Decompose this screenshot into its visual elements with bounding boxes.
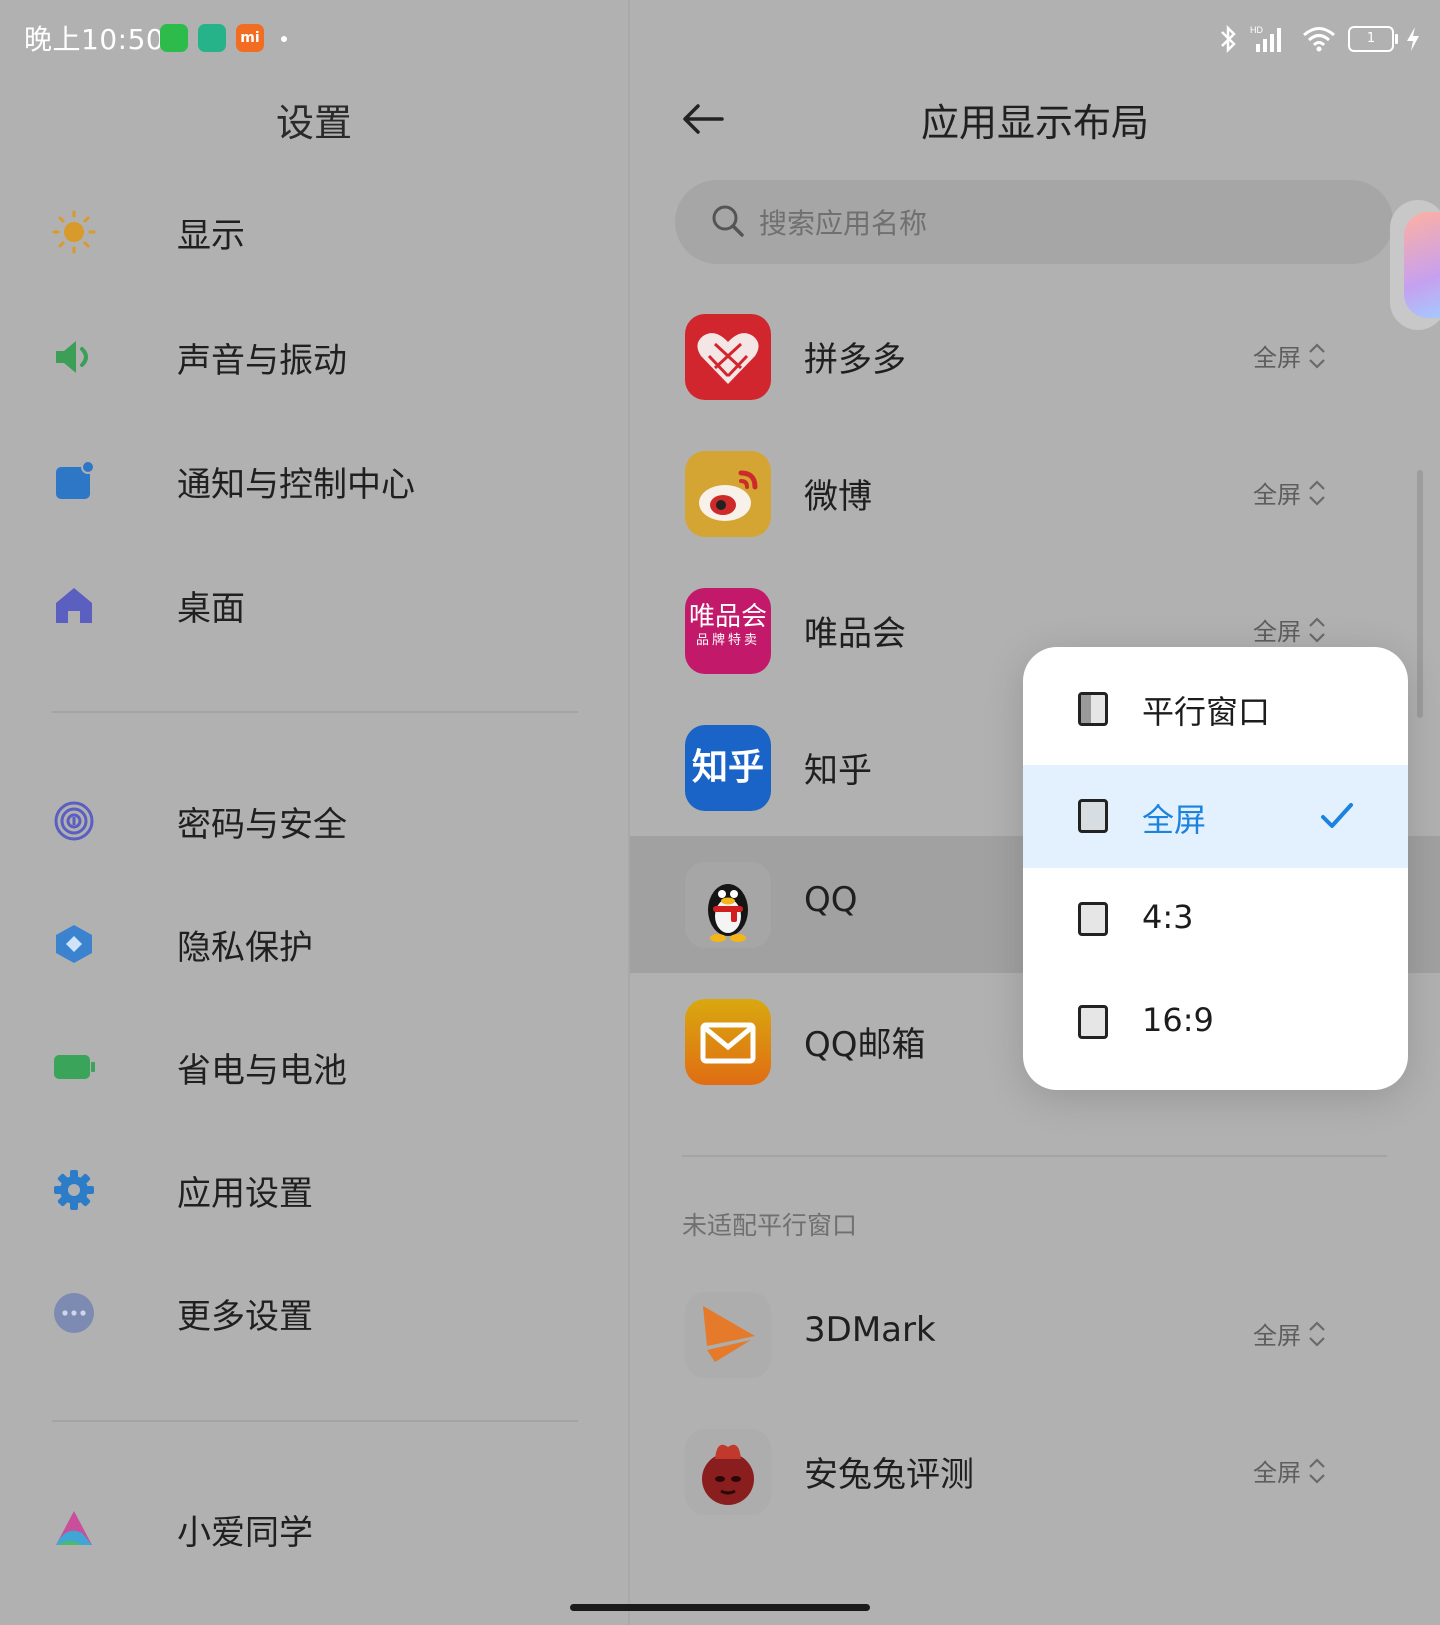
antutu-app-icon — [685, 1429, 771, 1515]
home-icon — [56, 588, 92, 623]
app-name: 3DMark — [804, 1310, 936, 1350]
privacy-icon — [56, 925, 92, 963]
app-row-pinduoduo[interactable]: 拼多多 全屏 — [630, 288, 1440, 425]
app-row-weibo[interactable]: 微博 全屏 — [630, 425, 1440, 562]
vipshop-app-icon: 唯品会 品牌特卖 — [685, 588, 771, 674]
page-title: 设置 — [275, 101, 352, 145]
menu-item-battery[interactable]: 省电与电池 — [0, 1012, 628, 1122]
option-label: 全屏 — [1142, 801, 1207, 839]
app-mode-select[interactable]: 全屏 — [1253, 612, 1327, 647]
vipshop-icon-text: 唯品会 — [688, 602, 767, 632]
app-row-3dmark[interactable]: 3DMark 全屏 — [630, 1266, 1440, 1403]
more-icon — [54, 1293, 94, 1333]
menu-item-password-security[interactable]: 密码与安全 — [0, 766, 628, 876]
app-name: 知乎 — [804, 751, 872, 791]
menu-item-label: 显示 — [177, 215, 245, 256]
menu-item-label: 密码与安全 — [177, 804, 347, 845]
settings-pane: 设置 显示 声音与振动 通知与控制中心 桌面 密码与安全 隐私保护 省电与电池 … — [0, 0, 628, 1625]
xiaoai-icon — [56, 1511, 92, 1545]
fingerprint-icon — [54, 801, 94, 841]
section-header: 未适配平行窗口 — [682, 1211, 858, 1240]
menu-item-xiaoai[interactable]: 小爱同学 — [0, 1474, 628, 1584]
app-name: 唯品会 — [804, 614, 906, 654]
search-icon — [712, 205, 744, 237]
page-title: 应用显示布局 — [920, 101, 1149, 145]
menu-item-desktop[interactable]: 桌面 — [0, 550, 628, 660]
menu-item-display[interactable]: 显示 — [0, 177, 628, 287]
qqmail-app-icon — [685, 999, 771, 1085]
sun-icon — [52, 210, 96, 254]
parallel-window-icon — [1078, 692, 1108, 726]
home-indicator[interactable] — [570, 1604, 870, 1611]
search-input[interactable]: 搜索应用名称 — [675, 180, 1393, 264]
notification-icon — [56, 460, 95, 499]
up-down-chevron-icon — [1309, 1320, 1325, 1347]
zhihu-icon-text: 知乎 — [691, 747, 764, 788]
app-mode-value: 全屏 — [1253, 618, 1301, 646]
zhihu-app-icon: 知乎 — [685, 725, 771, 811]
menu-item-label: 隐私保护 — [177, 927, 313, 968]
app-mode-select[interactable]: 全屏 — [1253, 338, 1327, 373]
app-mode-value: 全屏 — [1253, 344, 1301, 372]
display-mode-popup: 平行窗口 全屏 4:3 16:9 — [1023, 647, 1408, 1090]
app-name: 微博 — [804, 477, 872, 517]
aspect-4-3-icon — [1078, 902, 1108, 936]
option-parallel-window[interactable]: 平行窗口 — [1023, 647, 1408, 765]
speaker-icon — [56, 341, 88, 373]
gear-icon — [54, 1170, 94, 1210]
weibo-eye-icon — [699, 470, 758, 521]
vipshop-icon-subtext: 品牌特卖 — [695, 633, 760, 648]
pinduoduo-app-icon — [685, 314, 771, 400]
menu-item-label: 应用设置 — [177, 1173, 313, 1214]
menu-item-label: 桌面 — [177, 588, 245, 629]
qq-app-icon — [685, 862, 771, 948]
app-name: 安兔兔评测 — [804, 1455, 974, 1495]
option-label: 4:3 — [1142, 898, 1194, 936]
aspect-16-9-icon — [1078, 1005, 1108, 1039]
menu-item-label: 小爱同学 — [177, 1512, 313, 1553]
app-mode-value: 全屏 — [1253, 1322, 1301, 1350]
fullscreen-icon — [1078, 799, 1108, 833]
menu-item-app-settings[interactable]: 应用设置 — [0, 1135, 628, 1245]
menu-item-label: 通知与控制中心 — [177, 464, 415, 505]
penguin-icon — [708, 884, 748, 942]
app-mode-select[interactable]: 全屏 — [1253, 1453, 1327, 1488]
menu-item-sound[interactable]: 声音与振动 — [0, 302, 628, 412]
checkmark-icon — [1321, 803, 1353, 828]
heart-logo-icon — [697, 333, 759, 384]
antutu-flame-icon — [702, 1444, 754, 1505]
app-mode-value: 全屏 — [1253, 1459, 1301, 1487]
option-label: 平行窗口 — [1142, 693, 1271, 731]
search-placeholder: 搜索应用名称 — [759, 207, 928, 240]
menu-item-label: 更多设置 — [177, 1296, 313, 1337]
app-mode-value: 全屏 — [1253, 481, 1301, 509]
app-name: QQ邮箱 — [804, 1025, 926, 1065]
option-fullscreen[interactable]: 全屏 — [1023, 765, 1408, 868]
3dmark-logo-icon — [703, 1306, 755, 1362]
option-16-9[interactable]: 16:9 — [1023, 971, 1408, 1074]
3dmark-app-icon — [685, 1292, 771, 1378]
weibo-app-icon — [685, 451, 771, 537]
up-down-chevron-icon — [1309, 616, 1325, 643]
menu-item-label: 声音与振动 — [177, 340, 347, 381]
app-row-antutu[interactable]: 安兔兔评测 全屏 — [630, 1403, 1440, 1540]
envelope-icon — [700, 1022, 756, 1064]
app-mode-select[interactable]: 全屏 — [1253, 475, 1327, 510]
up-down-chevron-icon — [1309, 479, 1325, 506]
app-name: QQ — [804, 880, 858, 920]
menu-item-label: 省电与电池 — [177, 1050, 347, 1091]
menu-item-privacy[interactable]: 隐私保护 — [0, 889, 628, 999]
menu-item-notifications[interactable]: 通知与控制中心 — [0, 426, 628, 536]
divider — [52, 711, 578, 713]
up-down-chevron-icon — [1309, 342, 1325, 369]
option-label: 16:9 — [1142, 1001, 1214, 1039]
section-divider — [682, 1155, 1387, 1157]
app-name: 拼多多 — [804, 340, 906, 380]
app-mode-select[interactable]: 全屏 — [1253, 1316, 1327, 1351]
option-4-3[interactable]: 4:3 — [1023, 868, 1408, 971]
up-down-chevron-icon — [1309, 1457, 1325, 1484]
divider — [52, 1420, 578, 1422]
menu-item-more-settings[interactable]: 更多设置 — [0, 1258, 628, 1368]
battery-icon — [54, 1055, 95, 1079]
